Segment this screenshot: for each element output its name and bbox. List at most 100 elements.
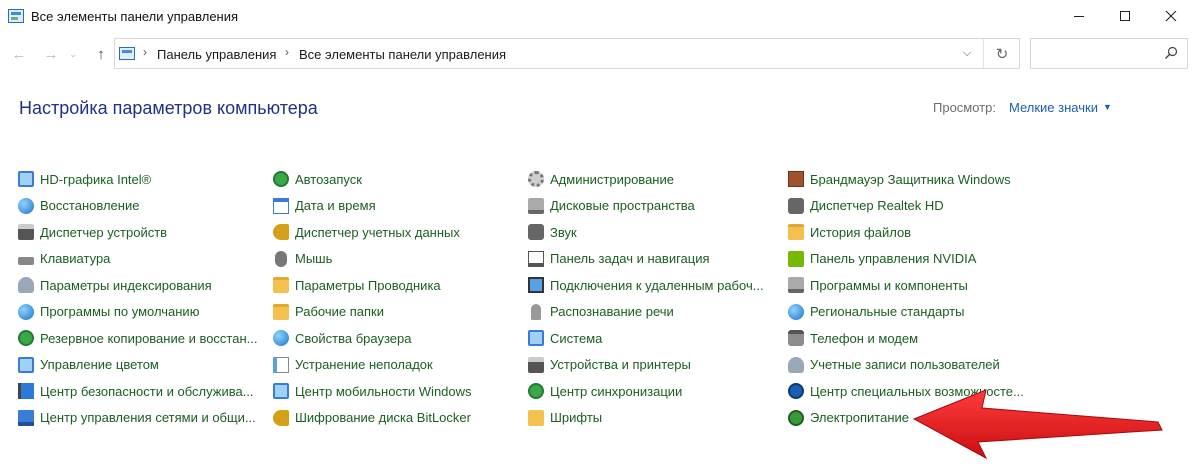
caret-down-icon: ▼ [1102, 102, 1112, 112]
item-backup-restore[interactable]: Резервное копирование и восстан... [18, 326, 258, 350]
recovery-icon [18, 197, 34, 214]
item-label: Рабочие папки [295, 304, 384, 319]
item-firewall[interactable]: Брандмауэр Защитника Windows [788, 167, 1011, 191]
item-power-options[interactable]: Электропитание [788, 406, 909, 430]
indexing-icon [18, 277, 34, 293]
troubleshooting-icon [273, 356, 289, 373]
window-title: Все элементы панели управления [31, 9, 239, 24]
item-label: Шрифты [550, 410, 603, 425]
item-mobility-center[interactable]: Центр мобильности Windows [273, 379, 472, 403]
back-button[interactable]: ← [8, 43, 30, 65]
intel-graphics-icon [18, 171, 34, 187]
item-keyboard[interactable]: Клавиатура [18, 247, 110, 271]
item-administrative-tools[interactable]: Администрирование [528, 167, 674, 191]
forward-button[interactable]: → [40, 43, 62, 65]
arrow-shape [912, 389, 1163, 460]
item-mouse[interactable]: Мышь [273, 247, 332, 271]
recent-locations-button[interactable]: ⌄ [67, 43, 79, 65]
item-sound[interactable]: Звук [528, 220, 577, 244]
chevron-down-icon: ⌄ [69, 48, 77, 59]
refresh-icon: ↻ [995, 45, 1009, 63]
sound-icon [528, 224, 544, 240]
item-remote-desktop[interactable]: Подключения к удаленным рабоч... [528, 273, 764, 297]
programs-features-icon [788, 277, 804, 293]
item-credential-manager[interactable]: Диспетчер учетных данных [273, 220, 460, 244]
up-button[interactable]: ↑ [90, 43, 112, 65]
item-default-programs[interactable]: Программы по умолчанию [18, 300, 199, 324]
item-recovery[interactable]: Восстановление [18, 194, 139, 218]
keyboard-icon [18, 256, 34, 265]
region-icon [788, 303, 804, 320]
security-center-icon [18, 383, 34, 399]
item-label: Диспетчер учетных данных [295, 224, 460, 240]
item-security-maintenance[interactable]: Центр безопасности и обслужива... [18, 379, 254, 403]
page-title: Настройка параметров компьютера [19, 98, 318, 118]
backup-icon [18, 330, 34, 346]
address-history-button[interactable]: ⌵ [951, 39, 983, 68]
item-label: Панель управления NVIDIA [810, 251, 977, 266]
breadcrumb-separator-icon[interactable]: › [285, 45, 289, 59]
item-label: Распознавание речи [550, 304, 674, 319]
title-bar: Все элементы панели управления [0, 0, 1200, 33]
item-realtek-hd[interactable]: Диспетчер Realtek HD [788, 194, 944, 218]
address-bar[interactable]: › Панель управления › Все элементы панел… [114, 38, 1020, 69]
item-phone-modem[interactable]: Телефон и модем [788, 326, 918, 350]
item-file-history[interactable]: История файлов [788, 220, 911, 244]
item-device-manager[interactable]: Диспетчер устройств [18, 220, 167, 244]
breadcrumb-separator-icon[interactable]: › [143, 45, 147, 59]
item-fonts[interactable]: Шрифты [528, 406, 602, 430]
item-label: Программы и компоненты [810, 277, 968, 293]
item-label: Свойства браузера [295, 330, 412, 346]
color-management-icon [18, 356, 34, 373]
item-taskbar-navigation[interactable]: Панель задач и навигация [528, 247, 710, 271]
item-label: Резервное копирование и восстан... [40, 330, 258, 346]
item-storage-spaces[interactable]: Дисковые пространства [528, 194, 695, 218]
item-network-sharing-center[interactable]: Центр управления сетями и общи... [18, 406, 256, 430]
item-troubleshooting[interactable]: Устранение неполадок [273, 353, 433, 377]
date-time-icon [273, 197, 289, 214]
item-label: Система [550, 330, 603, 346]
arrow-left-icon: ← [11, 45, 27, 63]
item-label: Параметры Проводника [295, 277, 441, 293]
item-label: Диспетчер Realtek HD [810, 198, 944, 213]
item-devices-printers[interactable]: Устройства и принтеры [528, 353, 691, 377]
sync-center-icon [528, 383, 544, 399]
maximize-button[interactable] [1102, 0, 1148, 32]
item-autoplay[interactable]: Автозапуск [273, 167, 362, 191]
item-bitlocker[interactable]: Шифрование диска BitLocker [273, 406, 471, 430]
item-indexing-options[interactable]: Параметры индексирования [18, 273, 212, 297]
item-user-accounts[interactable]: Учетные записи пользователей [788, 353, 1000, 377]
item-system[interactable]: Система [528, 326, 602, 350]
refresh-button[interactable]: ↻ [984, 39, 1020, 68]
item-explorer-options[interactable]: Параметры Проводника [273, 273, 441, 297]
navigation-bar: ← → ⌄ ↑ › Панель управления › Все элемен… [0, 33, 1200, 75]
chevron-down-icon: ⌵ [962, 47, 972, 59]
search-input[interactable] [1030, 38, 1188, 69]
minimize-button[interactable] [1056, 0, 1102, 32]
breadcrumb-control-panel[interactable]: Панель управления [157, 47, 276, 62]
item-label: Дата и время [295, 198, 376, 213]
item-label: Программы по умолчанию [40, 304, 200, 319]
item-date-time[interactable]: Дата и время [273, 194, 376, 218]
item-label: Дисковые пространства [550, 198, 695, 213]
item-label: Диспетчер устройств [40, 224, 168, 240]
item-work-folders[interactable]: Рабочие папки [273, 300, 384, 324]
item-region[interactable]: Региональные стандарты [788, 300, 964, 324]
item-nvidia-control-panel[interactable]: Панель управления NVIDIA [788, 247, 976, 271]
devices-printers-icon [528, 356, 544, 373]
item-programs-features[interactable]: Программы и компоненты [788, 273, 968, 297]
breadcrumb-all-items[interactable]: Все элементы панели управления [299, 47, 506, 62]
fonts-icon [528, 409, 544, 426]
view-mode-dropdown[interactable]: Мелкие значки ▼ [1009, 100, 1112, 115]
view-mode-value: Мелкие значки [1009, 100, 1098, 115]
item-color-management[interactable]: Управление цветом [18, 353, 159, 377]
item-sync-center[interactable]: Центр синхронизации [528, 379, 682, 403]
item-speech-recognition[interactable]: Распознавание речи [528, 300, 674, 324]
close-button[interactable] [1148, 0, 1194, 32]
item-label: Центр безопасности и обслужива... [40, 383, 254, 399]
autoplay-icon [273, 171, 289, 187]
item-intel-graphics[interactable]: HD-графика Intel® [18, 167, 151, 191]
item-internet-options[interactable]: Свойства браузера [273, 326, 411, 350]
item-label: Администрирование [550, 171, 674, 187]
phone-modem-icon [788, 330, 804, 346]
